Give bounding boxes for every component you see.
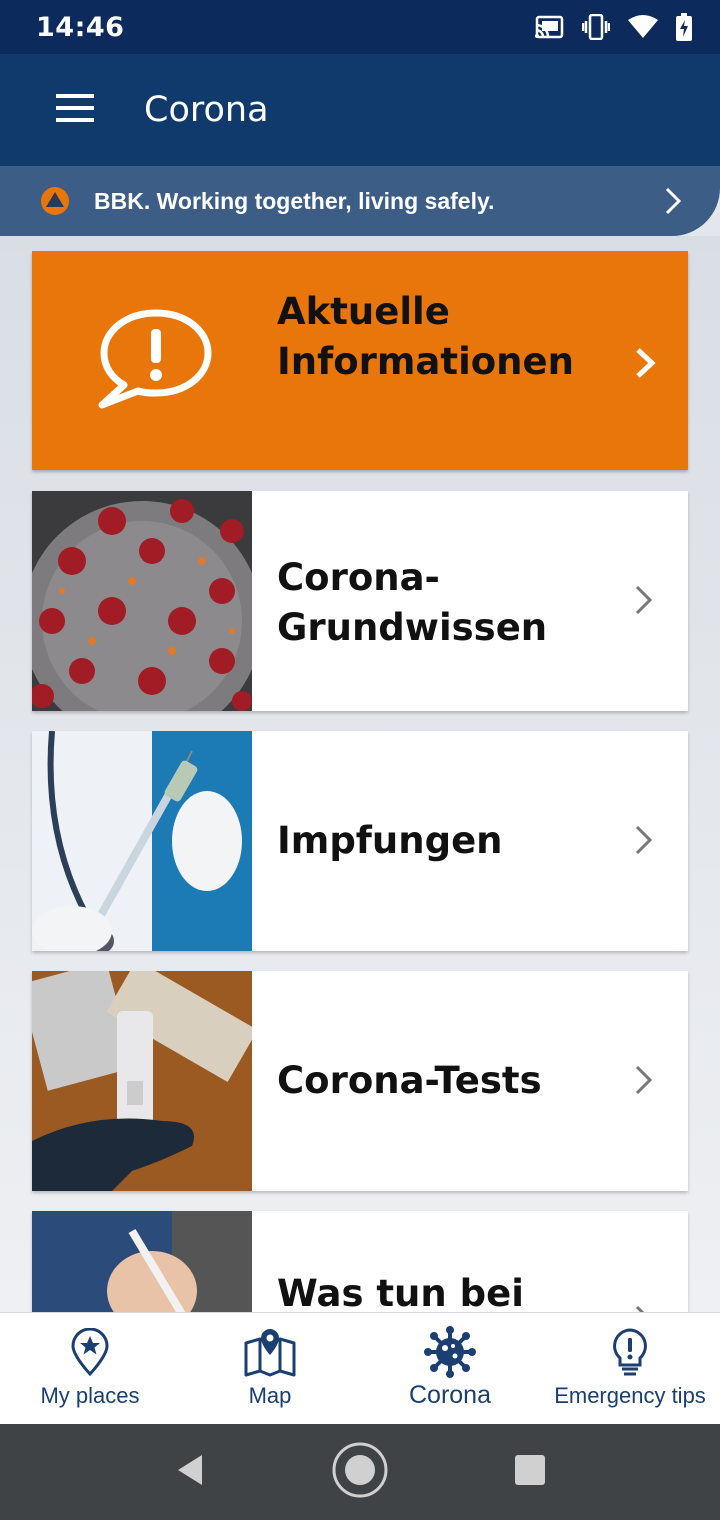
system-navigation-bar [0,1424,720,1520]
card-corona-tests[interactable]: Corona-Tests [32,971,688,1191]
page-title: Corona [144,90,269,130]
card-title: Corona-Grundwissen [277,556,548,649]
current-info-card[interactable]: Aktuelle Informationen [32,251,688,470]
status-time: 14:46 [36,11,125,43]
map-pin-icon [244,1327,296,1377]
recents-button[interactable] [490,1424,570,1520]
antigen-test-image [32,971,252,1191]
app-bar: Corona [0,54,720,166]
recents-icon [514,1454,546,1490]
chevron-right-icon [634,1064,654,1100]
card-title: Impfungen [277,819,503,862]
exclamation-speech-bubble-icon [98,307,214,415]
chevron-right-icon [634,347,658,383]
vaccination-syringe-image [32,731,252,951]
nav-my-places[interactable]: My places [0,1313,180,1425]
virus-icon [424,1326,476,1378]
vibrate-icon [582,14,610,40]
nav-emergency-tips[interactable]: Emergency tips [540,1313,720,1425]
star-pin-icon [70,1327,110,1377]
nav-map[interactable]: Map [180,1313,360,1425]
bbk-logo-icon [40,186,70,220]
status-bar: 14:46 [0,0,720,54]
nav-label: My places [40,1383,140,1408]
chevron-right-icon [634,1304,654,1312]
back-icon [174,1453,206,1491]
home-icon [331,1441,389,1503]
menu-button[interactable] [0,54,144,166]
hamburger-menu-icon [56,94,94,126]
card-what-to-do[interactable]: Was tun bei [32,1211,688,1312]
nav-label: Corona [409,1381,491,1409]
nav-label: Map [248,1383,292,1408]
current-info-title: Aktuelle Informationen [277,290,574,383]
lightbulb-icon [610,1327,650,1377]
card-title: Was tun bei [277,1272,524,1312]
chevron-right-icon [634,824,654,860]
banner-text: BBK. Working together, living safely. [94,188,495,214]
nav-label: Emergency tips [554,1383,706,1408]
cast-icon [534,15,564,39]
thermometer-image [32,1211,252,1312]
card-title: Corona-Tests [277,1059,542,1102]
chevron-right-icon [664,186,682,220]
coronavirus-image [32,491,252,711]
bbk-banner[interactable]: BBK. Working together, living safely. [0,166,720,236]
wifi-icon [628,15,658,39]
card-vaccinations[interactable]: Impfungen [32,731,688,951]
card-corona-basics[interactable]: Corona-Grundwissen [32,491,688,711]
battery-charging-icon [676,13,692,41]
status-icons [534,13,692,41]
back-button[interactable] [150,1424,230,1520]
chevron-right-icon [634,584,654,620]
home-button[interactable] [320,1424,400,1520]
bottom-navigation: My places Map Corona Emergency tips [0,1312,720,1424]
nav-corona[interactable]: Corona [360,1313,540,1425]
content-list[interactable]: Aktuelle Informationen Corona-Grundwisse… [0,236,720,1312]
